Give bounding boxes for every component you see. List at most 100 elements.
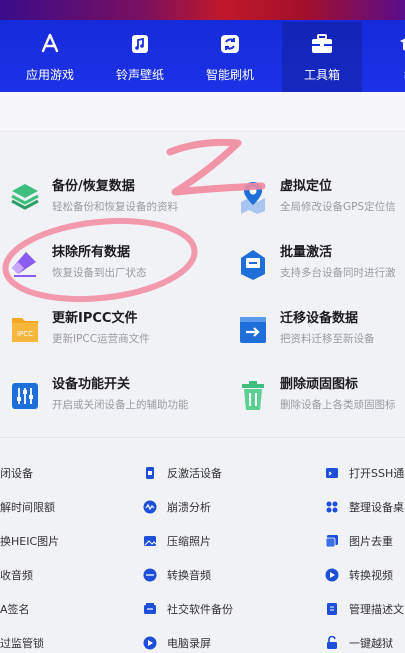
tool-label: 闭设备 (0, 467, 33, 480)
tool-label: 转换视频 (349, 569, 393, 582)
tool-compress-photos[interactable]: 压缩照片 (143, 529, 211, 553)
tool-manage-profiles[interactable]: 管理描述文 (325, 597, 404, 621)
card-update-ipcc[interactable]: IPCC 更新IPCC文件 更新IPCC运营商文件 (10, 310, 150, 370)
tool-label: 管理描述文 (349, 603, 404, 616)
trash-icon (238, 378, 268, 412)
ipcc-folder-icon: IPCC (10, 312, 40, 346)
tool-label: 崩溃分析 (167, 501, 211, 514)
nav-label: 工具箱 (303, 68, 340, 82)
eraser-icon (10, 246, 40, 280)
header-banner-strip (0, 0, 405, 20)
tool-label: 过监管锁 (0, 637, 44, 650)
tool-label: 图片去重 (349, 535, 393, 548)
photo-icon (143, 534, 157, 548)
tool-open-ssh[interactable]: 打开SSH通 (325, 461, 404, 485)
card-title: 批量激活 (280, 245, 333, 260)
music-note-icon (126, 30, 154, 58)
card-title: 设备功能开关 (52, 377, 131, 392)
card-description: 恢复设备到出厂状态 (52, 267, 147, 279)
tool-label: 反激活设备 (167, 467, 222, 480)
tool-label: 转换音频 (167, 569, 211, 582)
tool-screen-record[interactable]: 电脑录屏 (143, 631, 211, 653)
tool-label: 收音频 (0, 569, 33, 582)
card-title: 虚拟定位 (280, 179, 333, 194)
nav-item-ringtones[interactable]: 铃声壁纸 (100, 30, 180, 86)
card-batch-activate[interactable]: 批量激活 支持多台设备同时进行激 (238, 244, 396, 304)
migrate-icon (238, 312, 268, 346)
card-description: 把资料迁移至新设备 (280, 333, 375, 345)
tool-label: 打开SSH通 (349, 467, 405, 480)
nav-item-apps-games[interactable]: 应用游戏 (10, 30, 90, 86)
tool-deactivate-device[interactable]: 反激活设备 (143, 461, 222, 485)
nav-item-tutorial[interactable]: 教 (370, 30, 405, 86)
card-description: 轻松备份和恢复设备的资料 (52, 201, 178, 213)
card-title: 更新IPCC文件 (52, 311, 138, 326)
tool-image-dedupe[interactable]: 图片去重 (325, 529, 393, 553)
tool-social-backup[interactable]: 社交软件备份 (143, 597, 233, 621)
grid-icon (325, 500, 339, 514)
main-nav: 应用游戏 铃声壁纸 智能刷机 工具箱 教 (0, 22, 405, 92)
nav-label: 铃声壁纸 (115, 68, 164, 82)
tool-convert-audio[interactable]: 转换音频 (143, 563, 211, 587)
layers-icon (10, 180, 40, 214)
toolbar-strip (0, 92, 405, 132)
nav-item-flash[interactable]: 智能刷机 (190, 30, 270, 86)
record-icon (143, 636, 157, 650)
tool-label: 解时间限额 (0, 501, 55, 514)
tool-jailbreak[interactable]: 一键越狱 (325, 631, 393, 653)
card-device-switches[interactable]: 设备功能开关 开启或关闭设备上的辅助功能 (10, 376, 189, 436)
section-divider (0, 437, 405, 438)
card-description: 更新IPCC运营商文件 (52, 333, 150, 345)
card-delete-stubborn-icons[interactable]: 删除顽固图标 删除设备上各类顽固图标 (238, 376, 396, 436)
tool-crash-analysis[interactable]: 崩溃分析 (143, 495, 211, 519)
audio-convert-icon (143, 568, 157, 582)
card-backup-restore[interactable]: 备份/恢复数据 轻松备份和恢复设备的资料 (10, 178, 178, 238)
tool-label: 社交软件备份 (167, 603, 233, 616)
phone-lock-icon (143, 466, 157, 480)
tool-label: A签名 (0, 603, 30, 616)
tool-close-device[interactable]: 闭设备 (0, 461, 33, 485)
card-description: 支持多台设备同时进行激 (280, 267, 396, 279)
graduation-icon (396, 30, 405, 58)
refresh-icon (216, 30, 244, 58)
tool-label: 压缩照片 (167, 535, 211, 548)
nav-label: 应用游戏 (25, 68, 74, 82)
tool-convert-heic[interactable]: 换HEIC图片 (0, 529, 59, 553)
ipcc-icon-text: IPCC (17, 330, 33, 338)
tool-list: 闭设备 反激活设备 打开SSH通 解时间限额 崩溃分析 整理设备桌 换HEIC图… (0, 455, 405, 653)
feature-cards: 备份/恢复数据 轻松备份和恢复设备的资料 虚拟定位 全局修改设备GPS定位信 抹… (0, 140, 405, 430)
card-title: 迁移设备数据 (280, 311, 359, 326)
toolbox-icon (308, 30, 336, 58)
tool-signature[interactable]: A签名 (0, 597, 30, 621)
social-backup-icon (143, 602, 157, 616)
card-title: 删除顽固图标 (280, 377, 359, 392)
nav-label: 智能刷机 (205, 68, 254, 82)
card-migrate-data[interactable]: 迁移设备数据 把资料迁移至新设备 (238, 310, 375, 370)
image-dedupe-icon (325, 534, 339, 548)
tool-bypass-supervision[interactable]: 过监管锁 (0, 631, 44, 653)
tool-label: 一键越狱 (349, 637, 393, 650)
tool-organize-desktop[interactable]: 整理设备桌 (325, 495, 404, 519)
card-description: 全局修改设备GPS定位信 (280, 201, 396, 213)
terminal-icon (325, 466, 339, 480)
card-description: 开启或关闭设备上的辅助功能 (52, 399, 189, 411)
card-title: 抹除所有数据 (52, 245, 131, 260)
wave-icon (143, 500, 157, 514)
nav-item-toolbox[interactable]: 工具箱 (282, 22, 362, 92)
card-description: 删除设备上各类顽固图标 (280, 399, 396, 411)
card-virtual-location[interactable]: 虚拟定位 全局修改设备GPS定位信 (238, 178, 396, 238)
tool-label: 整理设备桌 (349, 501, 404, 514)
card-erase-all-data[interactable]: 抹除所有数据 恢复设备到出厂状态 (10, 244, 147, 304)
card-title: 备份/恢复数据 (52, 179, 135, 194)
video-convert-icon (325, 568, 339, 582)
location-pin-icon (238, 180, 268, 214)
tool-label: 换HEIC图片 (0, 535, 60, 548)
tool-convert-video[interactable]: 转换视频 (325, 563, 393, 587)
toggle-sliders-icon (10, 378, 40, 412)
tool-record-audio[interactable]: 收音频 (0, 563, 33, 587)
profile-icon (325, 602, 339, 616)
top-navigation: 应用游戏 铃声壁纸 智能刷机 工具箱 教 (0, 0, 405, 92)
jailbreak-icon (325, 636, 339, 650)
tool-label: 电脑录屏 (167, 637, 211, 650)
tool-time-limit[interactable]: 解时间限额 (0, 495, 55, 519)
